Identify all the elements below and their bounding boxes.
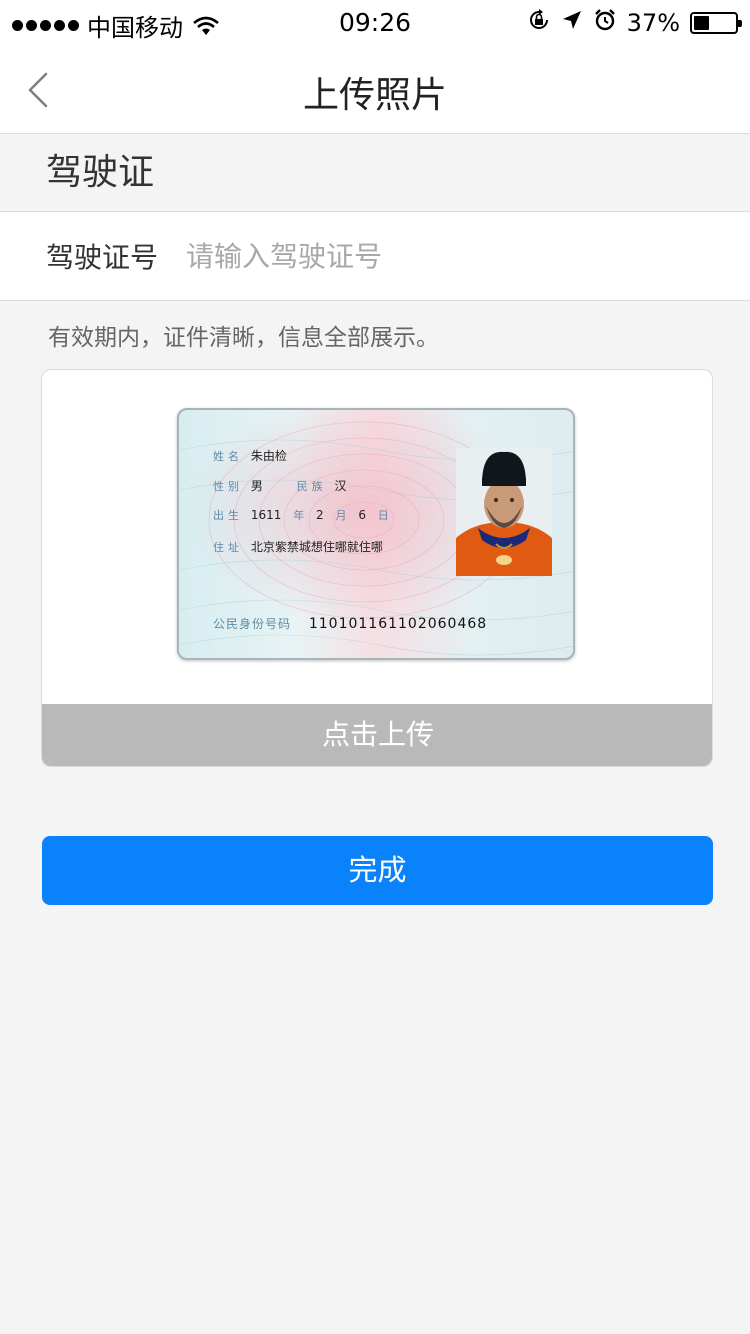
sample-id-card-image: 姓名 朱由检 性别 男 民族 汉 出生 1611 年 2 月 6 日 住址 北京… xyxy=(177,408,575,660)
id-ethnicity-key: 民族 xyxy=(296,480,327,493)
navigation-bar: 上传照片 xyxy=(0,44,750,134)
upload-hint: 有效期内，证件清晰，信息全部展示。 xyxy=(48,325,439,351)
id-month-unit: 月 xyxy=(335,509,351,522)
location-arrow-icon xyxy=(561,9,583,37)
alarm-icon xyxy=(593,8,617,38)
id-birth-row: 出生 1611 年 2 月 6 日 xyxy=(213,507,397,523)
status-right: 37% xyxy=(527,8,742,38)
id-ethnicity-value: 汉 xyxy=(334,479,347,493)
license-number-row: 驾驶证号 xyxy=(0,211,750,301)
id-birth-year: 1611 xyxy=(250,508,282,522)
section-title: 驾驶证 xyxy=(0,135,750,211)
battery-level-fill xyxy=(694,16,709,30)
upload-button[interactable]: 点击上传 xyxy=(42,704,712,766)
battery-percent: 37% xyxy=(626,9,680,37)
status-bar: 中国移动 09:26 37% xyxy=(0,0,750,44)
id-gender-key: 性别 xyxy=(213,480,243,493)
page-title: 上传照片 xyxy=(302,75,447,116)
id-name-value: 朱由检 xyxy=(250,449,287,463)
id-number-row: 公民身份号码 110101161102060468 xyxy=(213,615,487,632)
id-birth-key: 出生 xyxy=(213,509,243,522)
id-year-unit: 年 xyxy=(293,509,309,522)
id-name-row: 姓名 朱由检 xyxy=(213,447,287,464)
id-number-value: 110101161102060468 xyxy=(308,616,488,632)
id-address-value: 北京紫禁城想住哪就住哪 xyxy=(250,540,383,554)
portrait-photo xyxy=(456,448,552,576)
battery-icon xyxy=(690,12,742,34)
done-button[interactable]: 完成 xyxy=(42,836,713,905)
id-address-row: 住址 北京紫禁城想住哪就住哪 xyxy=(213,538,383,555)
upload-card[interactable]: 姓名 朱由检 性别 男 民族 汉 出生 1611 年 2 月 6 日 住址 北京… xyxy=(41,369,713,767)
rotation-lock-icon xyxy=(527,8,551,38)
id-gender-value: 男 xyxy=(250,479,263,493)
id-number-key: 公民身份号码 xyxy=(213,617,292,631)
id-name-key: 姓名 xyxy=(213,450,243,463)
id-day-unit: 日 xyxy=(377,509,393,522)
license-number-label: 驾驶证号 xyxy=(46,241,159,274)
id-birth-month: 2 xyxy=(316,508,324,522)
license-number-input[interactable] xyxy=(186,239,706,273)
id-birth-day: 6 xyxy=(358,508,366,522)
id-gender-row: 性别 男 民族 汉 xyxy=(213,477,347,494)
id-address-key: 住址 xyxy=(213,541,243,554)
